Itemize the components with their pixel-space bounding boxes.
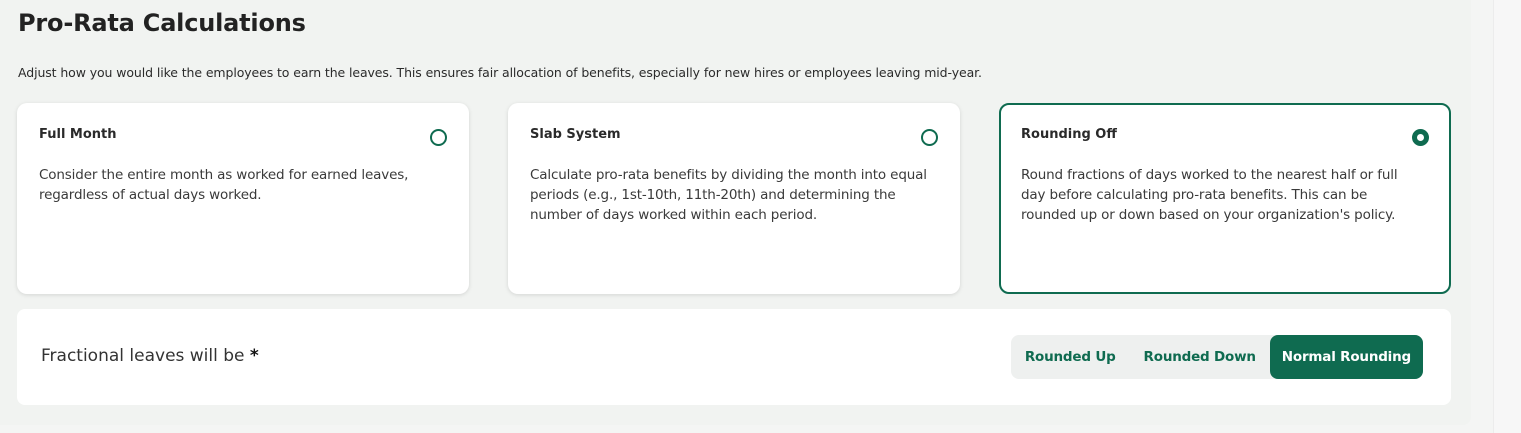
option-card-full-month[interactable]: Full Month Consider the entire month as … <box>17 103 469 294</box>
option-card-slab-system[interactable]: Slab System Calculate pro-rata benefits … <box>508 103 960 294</box>
option-description: Calculate pro-rata benefits by dividing … <box>530 167 927 223</box>
scrollbar-track[interactable] <box>1493 0 1521 433</box>
radio-slab-system[interactable] <box>921 129 938 146</box>
rounded-down-button[interactable]: Rounded Down <box>1130 335 1270 379</box>
fractional-leaves-text: Fractional leaves will be <box>41 346 245 366</box>
fractional-leaves-row: Fractional leaves will be * Rounded Up R… <box>17 309 1451 405</box>
option-title: Slab System <box>530 127 621 142</box>
option-card-rounding-off[interactable]: Rounding Off Round fractions of days wor… <box>999 103 1451 294</box>
option-title: Rounding Off <box>1021 127 1117 142</box>
normal-rounding-button[interactable]: Normal Rounding <box>1269 335 1423 379</box>
rounded-up-button[interactable]: Rounded Up <box>1011 335 1130 379</box>
pro-rata-panel: Pro-Rata Calculations Adjust how you wou… <box>0 0 1471 425</box>
section-description: Adjust how you would like the employees … <box>18 65 982 80</box>
option-description: Consider the entire month as worked for … <box>39 167 409 203</box>
radio-full-month[interactable] <box>430 129 447 146</box>
radio-rounding-off[interactable] <box>1412 129 1429 146</box>
fractional-leaves-label: Fractional leaves will be * <box>41 346 259 366</box>
section-title: Pro-Rata Calculations <box>18 9 306 37</box>
option-title: Full Month <box>39 127 117 142</box>
option-description: Round fractions of days worked to the ne… <box>1021 167 1398 223</box>
rounding-segmented-control: Rounded Up Rounded Down Normal Rounding <box>1010 335 1423 379</box>
required-mark: * <box>249 346 259 366</box>
